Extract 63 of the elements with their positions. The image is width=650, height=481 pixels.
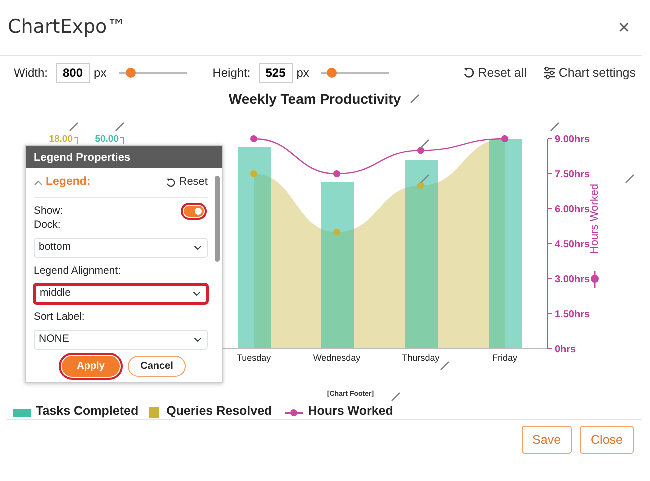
reset-icon xyxy=(463,67,476,79)
tick-label: 3.00hrs xyxy=(555,274,590,286)
slider-thumb[interactable] xyxy=(327,68,338,78)
dropdown[interactable]: NONE xyxy=(34,330,208,350)
field-label: Show: xyxy=(34,204,64,218)
tick-label: 0hrs xyxy=(555,344,576,356)
tick-label: 9.00hrs xyxy=(555,134,590,146)
data-point xyxy=(334,228,340,236)
number-field[interactable]: 525 xyxy=(258,63,293,83)
scrollbar-thumb[interactable] xyxy=(215,176,220,262)
reset-icon xyxy=(166,178,176,188)
unit-label: px xyxy=(296,65,310,82)
axis-tick xyxy=(120,138,124,144)
pencil-icon[interactable] xyxy=(409,93,422,105)
panel-title: Legend Properties xyxy=(26,146,222,168)
data-point xyxy=(334,170,340,178)
field-label: Legend Alignment: xyxy=(34,264,122,278)
legend-label: Queries Resolved xyxy=(166,404,272,419)
data-point xyxy=(418,182,424,190)
axis-label: Wednesday xyxy=(313,353,361,363)
cancel-button[interactable]: Cancel xyxy=(128,356,186,377)
pencil-icon[interactable] xyxy=(390,391,402,403)
data-point xyxy=(250,136,258,142)
chart-title: Weekly Team Productivity xyxy=(228,90,402,109)
tick-label: 1.50hrs xyxy=(555,310,590,320)
dropdown[interactable]: middle xyxy=(34,284,208,304)
pencil-icon xyxy=(115,122,125,132)
tick-label: 6.00hrs xyxy=(555,204,590,216)
window-title: ChartExpo™ xyxy=(8,15,126,40)
tick-label: 7.50hrs xyxy=(555,170,590,180)
reset-button[interactable]: Reset xyxy=(166,174,208,191)
reset-all-button[interactable]: Reset all xyxy=(463,64,527,82)
axis-label: Thursday xyxy=(402,353,440,363)
toggle-switch[interactable] xyxy=(184,206,204,216)
field-label: Width: xyxy=(14,65,48,82)
axis-value: 18.00 xyxy=(49,134,73,145)
axis-title: Hours Worked xyxy=(589,184,601,254)
pencil-icon xyxy=(440,361,450,371)
pencil-icon xyxy=(420,139,430,149)
slider-thumb[interactable] xyxy=(126,68,136,78)
pencil-icon xyxy=(625,174,635,184)
pencil-icon xyxy=(550,122,560,132)
sliders-icon xyxy=(542,67,556,79)
data-point xyxy=(250,170,258,178)
number-field[interactable]: 800 xyxy=(56,63,90,83)
pencil-icon xyxy=(69,122,79,132)
chart-settings-button[interactable]: Chart settings xyxy=(542,64,636,82)
close-button[interactable]: × xyxy=(614,18,634,38)
axis-value: 50.00 xyxy=(95,134,119,145)
legend-label: Hours Worked xyxy=(308,404,394,419)
field-label: Height: xyxy=(212,65,251,82)
series-marker-icon xyxy=(591,271,599,288)
dropdown[interactable]: bottom xyxy=(34,238,208,258)
legend-label: Tasks Completed xyxy=(36,404,139,419)
axis-tick xyxy=(74,138,78,144)
axis-label: Friday xyxy=(492,353,518,363)
tick-label: 4.50hrs xyxy=(555,240,590,250)
axis-label: Tuesday xyxy=(236,353,272,363)
data-point xyxy=(418,147,424,154)
field-label: Sort Label: xyxy=(34,310,86,324)
field-label: Dock: xyxy=(34,218,62,232)
unit-label: px xyxy=(94,65,107,82)
pencil-icon xyxy=(420,174,430,184)
